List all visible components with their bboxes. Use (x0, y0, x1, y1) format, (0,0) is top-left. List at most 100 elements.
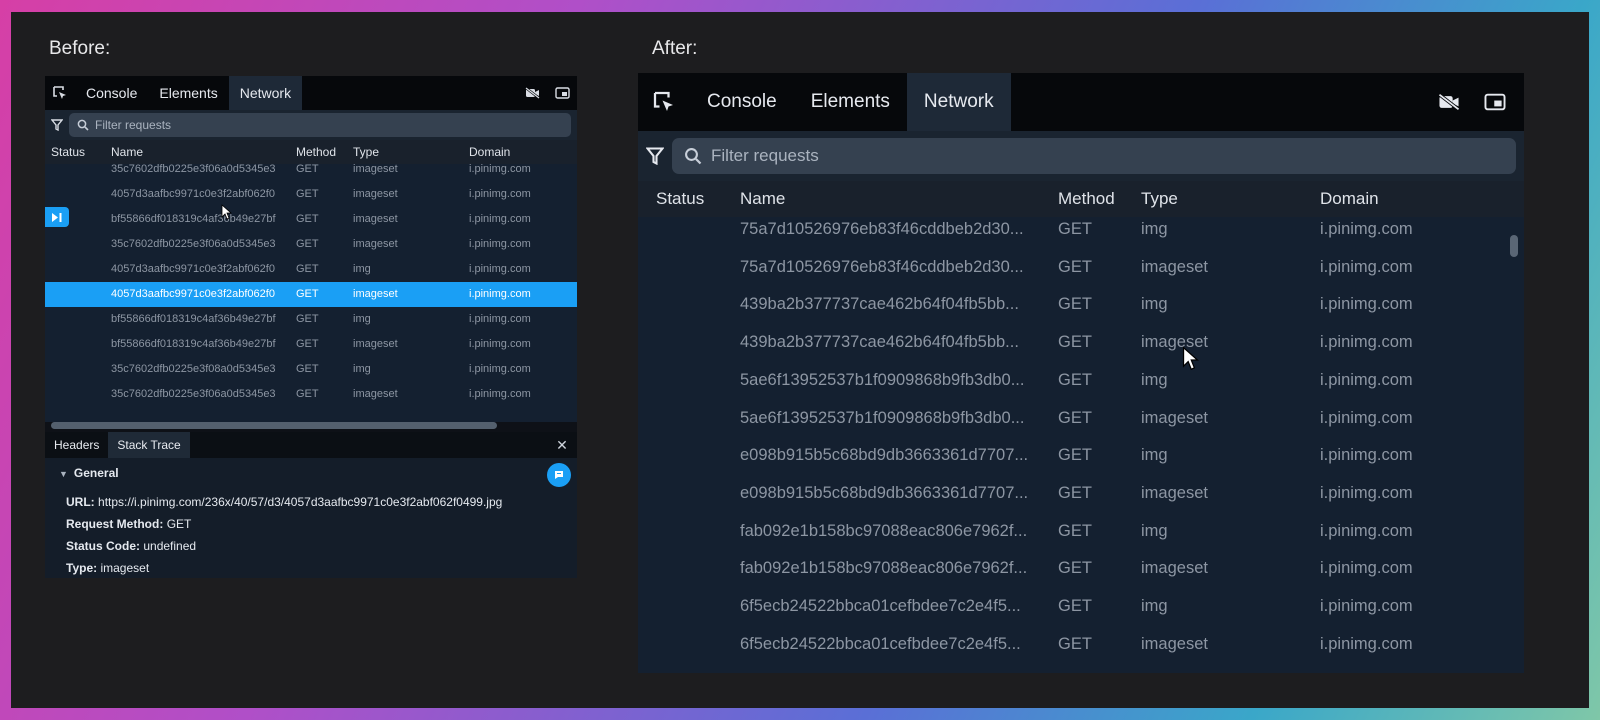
cell-name: 4057d3aafbc9971c0e3f2abf062f0 (111, 188, 275, 200)
table-row[interactable]: 6f5ecb24522bbca01cefbdee7c2e4f5... GET img… (638, 587, 1524, 625)
cell-domain: i.pinimg.com (469, 188, 531, 200)
table-row[interactable]: 5ae6f13952537b1f0909868b9fb3db0... GET ima… (638, 399, 1524, 437)
picture-in-picture-icon[interactable] (1472, 73, 1518, 131)
cell-method: GET (1058, 333, 1092, 352)
chat-icon[interactable] (547, 463, 571, 487)
tab-elements[interactable]: Elements (794, 73, 907, 131)
column-type[interactable]: Type (1141, 181, 1178, 217)
table-row[interactable]: 4057d3aafbc9971c0e3f2abf062f0 GET imageset… (45, 182, 577, 207)
column-domain[interactable]: Domain (469, 140, 510, 164)
play-icon[interactable] (45, 207, 69, 227)
table-row[interactable]: 4057d3aafbc9971c0e3f2abf062f0 GET imageset… (45, 282, 577, 307)
cell-method: GET (1058, 521, 1092, 540)
cell-type: imageset (353, 288, 398, 300)
filter-icon[interactable] (646, 147, 664, 165)
column-status[interactable]: Status (656, 181, 704, 217)
cell-method: GET (296, 338, 319, 350)
general-section-toggle[interactable]: ▼ General (59, 466, 119, 480)
cell-method: GET (296, 313, 319, 325)
tab-console[interactable]: Console (75, 76, 148, 110)
chevron-down-icon: ▼ (59, 469, 68, 479)
mouse-cursor-icon (1182, 346, 1199, 371)
table-row[interactable]: fab092e1b158bc97088eac806e7962f... GET img… (638, 512, 1524, 550)
tab-console[interactable]: Console (690, 73, 794, 131)
table-row[interactable]: 439ba2b377737cae462b64f04fb5bb... GET img i… (638, 285, 1524, 323)
devtools-toolbar: Console Elements Network (638, 73, 1524, 131)
table-row[interactable]: fab092e1b158bc97088eac806e7962f... GET ima… (638, 549, 1524, 587)
video-off-icon[interactable] (1426, 73, 1472, 131)
column-name[interactable]: Name (111, 140, 291, 164)
vertical-scrollbar[interactable] (1510, 235, 1518, 257)
table-row[interactable]: e098b915b5c68bd9db3663361d7707... GET img i… (638, 436, 1524, 474)
cell-type: imageset (353, 338, 398, 350)
cell-name: fab092e1b158bc97088eac806e7962f... (740, 559, 1028, 578)
cell-type: imageset (1141, 483, 1208, 502)
cell-type: img (1141, 220, 1168, 238)
filter-icon[interactable] (51, 119, 63, 131)
table-header: Status Name Method Type Domain (638, 181, 1524, 217)
cell-method: GET (296, 164, 319, 175)
table-row[interactable]: e098b915b5c68bd9db3663361d7707... GET imag… (638, 474, 1524, 512)
video-off-icon[interactable] (517, 76, 547, 110)
screenshot-frame: Before: After: Console Elements Network (11, 12, 1589, 708)
cell-name: 6f5ecb24522bbca01cefbdee7c2e4f5... (740, 597, 1021, 615)
tab-network[interactable]: Network (906, 73, 1011, 131)
column-name[interactable]: Name (740, 181, 1056, 217)
table-row[interactable]: 75a7d10526976eb83f46cddbeb2d30... GET img i… (638, 217, 1524, 248)
table-row[interactable]: 35c7602dfb0225e3f06a0d5345e3 GET imageset i… (45, 164, 577, 182)
cell-method: GET (1058, 559, 1092, 578)
table-row[interactable]: 4057d3aafbc9971c0e3f2abf062f0 GET img i.pin… (45, 257, 577, 282)
cell-domain: i.pinimg.com (1320, 446, 1413, 465)
devtools-toolbar: Console Elements Network (45, 76, 577, 110)
cell-type: img (1141, 521, 1168, 540)
table-row[interactable]: 5ae6f13952537b1f0909868b9fb3db0... GET img… (638, 361, 1524, 399)
cell-domain: i.pinimg.com (1320, 597, 1413, 615)
table-row[interactable]: bf55866df018319c4af36b49e27bf GET imageset… (45, 332, 577, 357)
filter-input[interactable]: Filter requests (672, 138, 1516, 174)
table-row[interactable]: 35c7602dfb0225e3f06a0d5345e3 GET imageset i… (45, 232, 577, 257)
cell-method: GET (296, 288, 319, 300)
table-row[interactable]: 439ba2b377737cae462b64f04fb5bb... GET imag… (638, 323, 1524, 361)
column-domain[interactable]: Domain (1320, 181, 1379, 217)
table-row[interactable]: 35c7602dfb0225e3f08a0d5345e3 GET img i.pini… (45, 357, 577, 382)
detail-status-value: undefined (143, 539, 197, 553)
cell-type: imageset (353, 238, 398, 250)
cell-name: 6f5ecb24522bbca01cefbdee7c2e4f5... (740, 634, 1021, 653)
picture-in-picture-icon[interactable] (547, 76, 577, 110)
table-row[interactable]: bf55866df018319c4af36b49e27bf GET imageset… (45, 207, 577, 232)
search-icon (685, 148, 702, 165)
search-icon (77, 119, 89, 131)
detail-type: Type: imageset (66, 561, 149, 575)
cell-domain: i.pinimg.com (469, 213, 531, 225)
cell-method: GET (296, 213, 319, 225)
cell-method: GET (296, 363, 319, 375)
cell-domain: i.pinimg.com (1320, 408, 1413, 427)
cell-method: GET (1058, 408, 1092, 427)
column-method[interactable]: Method (1058, 181, 1115, 217)
cell-domain: i.pinimg.com (469, 164, 531, 175)
tab-network[interactable]: Network (228, 76, 303, 110)
table-row[interactable]: bf55866df018319c4af36b49e27bf GET img i.pin… (45, 307, 577, 332)
horizontal-scrollbar[interactable] (51, 422, 497, 429)
cell-name: 35c7602dfb0225e3f08a0d5345e3 (111, 363, 276, 375)
cursor-select-icon[interactable] (638, 73, 690, 131)
tab-elements[interactable]: Elements (148, 76, 228, 110)
request-list: 75a7d10526976eb83f46cddbeb2d30... GET img i… (638, 217, 1524, 673)
close-icon[interactable]: ✕ (547, 432, 577, 458)
cell-method: GET (1058, 257, 1092, 276)
cell-name: 35c7602dfb0225e3f06a0d5345e3 (111, 388, 276, 400)
cell-domain: i.pinimg.com (1320, 521, 1413, 540)
column-method[interactable]: Method (296, 140, 336, 164)
table-row[interactable]: 6f5ecb24522bbca01cefbdee7c2e4f5... GET ima… (638, 625, 1524, 663)
devtools-after-panel: Console Elements Network Filter requests… (638, 73, 1524, 673)
cursor-select-icon[interactable] (45, 76, 75, 110)
filter-placeholder: Filter requests (711, 146, 819, 165)
table-row[interactable]: 35c7602dfb0225e3f06a0d5345e3 GET imageset i… (45, 382, 577, 407)
column-type[interactable]: Type (353, 140, 379, 164)
cell-type: imageset (1141, 559, 1208, 578)
column-status[interactable]: Status (51, 140, 85, 164)
tab-headers[interactable]: Headers (45, 432, 108, 458)
tab-stack-trace[interactable]: Stack Trace (108, 432, 190, 458)
filter-input[interactable]: Filter requests (69, 113, 571, 137)
table-row[interactable]: 75a7d10526976eb83f46cddbeb2d30... GET imag… (638, 248, 1524, 286)
